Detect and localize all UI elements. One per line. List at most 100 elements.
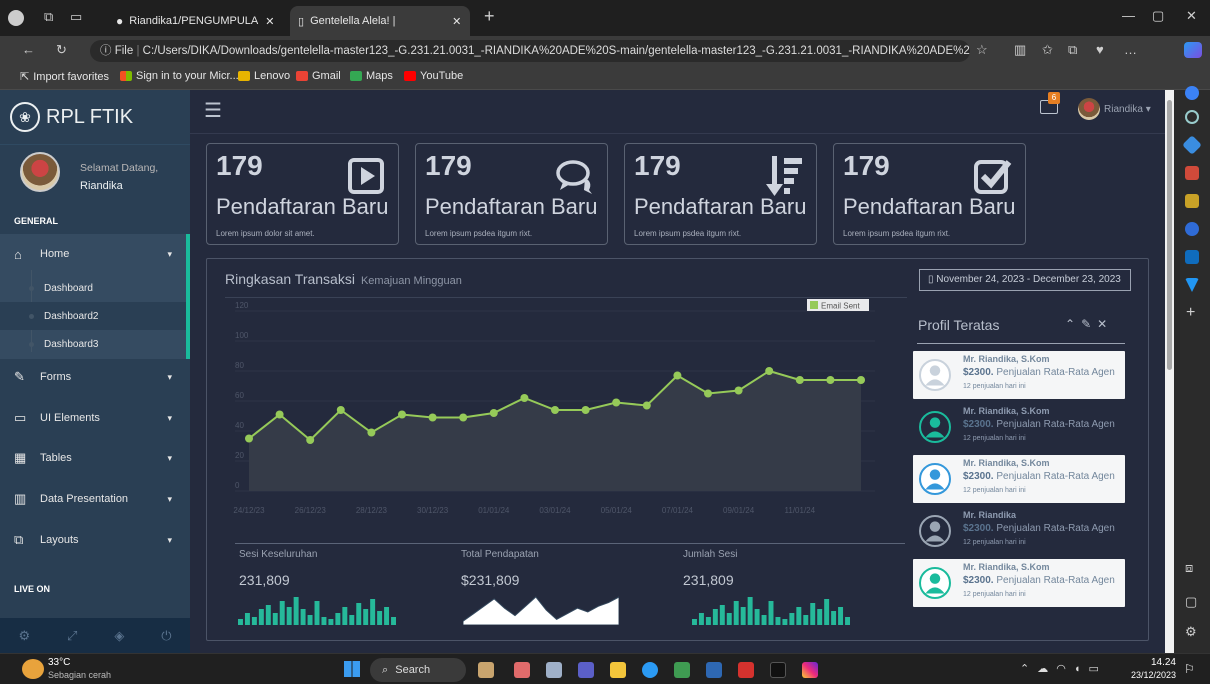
sidebar-toggle-icon[interactable]: ▢ — [1185, 594, 1197, 610]
instagram-icon[interactable] — [802, 662, 818, 678]
sidebar-item-ui-elements[interactable]: ▭ UI Elements ▾ — [0, 398, 186, 438]
tab-gentelella[interactable]: ▯ Gentelella Alela! | ✕ — [290, 6, 470, 36]
profile-value: $2300. Penjualan Rata-Rata Agen — [963, 523, 1115, 534]
teams-icon[interactable] — [578, 662, 594, 678]
workspaces-icon[interactable]: ⧉ — [44, 9, 53, 25]
outlook-icon[interactable] — [1185, 250, 1199, 264]
split-screen-icon[interactable]: ▥ — [1014, 42, 1026, 58]
scrollbar-thumb[interactable] — [1167, 100, 1172, 370]
page-scrollbar[interactable] — [1165, 90, 1174, 653]
tile-subtitle: Lorem ipsum dolor sit amet. — [216, 229, 315, 238]
chevron-up-icon[interactable]: ⌃ — [1065, 317, 1081, 331]
windows-start-icon[interactable] — [344, 661, 360, 677]
tiktok-icon[interactable] — [770, 662, 786, 678]
gear-icon[interactable]: ⚙ — [18, 628, 30, 644]
edge-icon[interactable] — [1185, 222, 1199, 236]
power-icon[interactable]: ⏻ — [161, 628, 171, 644]
weather-icon[interactable] — [22, 659, 44, 679]
profile-item[interactable]: Mr. Riandika, S.Kom $2300. Penjualan Rata… — [913, 559, 1125, 607]
profile-item[interactable]: Mr. Riandika, S.Kom $2300. Penjualan Rata… — [913, 455, 1125, 503]
fav-maps[interactable]: Maps — [350, 70, 393, 82]
task-view-icon[interactable] — [546, 662, 562, 678]
menu-toggle-icon[interactable]: ☰ — [204, 101, 222, 121]
sidebar-item-data-presentation[interactable]: ▥ Data Presentation ▾ — [0, 479, 186, 519]
store-icon[interactable] — [674, 662, 690, 678]
favorite-star-icon[interactable]: ☆ — [976, 42, 988, 58]
add-icon[interactable]: + — [1186, 304, 1195, 322]
close-icon[interactable]: ✕ — [265, 15, 274, 28]
expand-icon[interactable]: ⧈ — [1185, 560, 1193, 576]
file-explorer-icon[interactable] — [610, 662, 626, 678]
section-general: GENERAL — [14, 216, 59, 226]
comments-icon — [556, 160, 592, 194]
close-icon[interactable]: ✕ — [1097, 317, 1113, 331]
heart-icon[interactable]: ♥ — [1096, 42, 1104, 57]
fullscreen-icon[interactable]: ⤢ — [67, 628, 77, 644]
sidebar-item-dashboard2[interactable]: Dashboard2 — [0, 302, 186, 330]
copilot-icon[interactable] — [1184, 42, 1202, 58]
chevron-down-icon: ▾ — [167, 248, 172, 259]
copilot-app-icon[interactable] — [514, 662, 530, 678]
fav-microsoft[interactable]: Sign in to your Micr... — [120, 70, 239, 82]
launcher-icon[interactable] — [706, 662, 722, 678]
close-icon[interactable]: ✕ — [452, 15, 461, 28]
profile-value: $2300. Penjualan Rata-Rata Agen — [963, 575, 1115, 586]
wrench-icon[interactable]: ✎ — [1081, 317, 1097, 331]
back-icon[interactable]: ← — [22, 42, 35, 57]
user-menu[interactable]: Riandika ▾ — [1104, 104, 1151, 115]
eye-slash-icon[interactable]: ◈ — [114, 628, 124, 644]
sidebar-item-dashboard[interactable]: Dashboard — [0, 274, 186, 302]
brand[interactable]: ❀ RPL FTIK — [10, 102, 133, 132]
send-icon[interactable] — [1185, 278, 1199, 292]
fav-gmail[interactable]: Gmail — [296, 70, 341, 82]
fav-lenovo[interactable]: Lenovo — [238, 70, 290, 82]
more-icon[interactable]: … — [1124, 42, 1137, 57]
profile-item[interactable]: Mr. Riandika, S.Kom $2300. Penjualan Rata… — [913, 351, 1125, 399]
window-close-icon[interactable]: ✕ — [1186, 8, 1197, 24]
clock-date[interactable]: 23/12/2023 — [1124, 670, 1176, 680]
spark-bar — [335, 613, 341, 625]
taskbar-search[interactable]: ⌕ Search — [370, 658, 466, 682]
profile-item[interactable]: Mr. Riandika, S.Kom $2300. Penjualan Rata… — [913, 403, 1125, 451]
x-tick-label: 01/01/24 — [478, 506, 510, 515]
restore-icon[interactable]: ▢ — [1152, 8, 1164, 24]
profile-icon[interactable] — [8, 10, 24, 26]
spark-bar — [251, 617, 257, 625]
games-icon[interactable] — [1185, 194, 1199, 208]
fav-youtube[interactable]: YouTube — [404, 70, 463, 82]
search-icon[interactable] — [1185, 110, 1199, 124]
user-avatar-icon — [919, 411, 951, 443]
sparkline-area — [463, 596, 619, 625]
refresh-icon[interactable]: ↻ — [56, 42, 67, 58]
mcafee-icon[interactable] — [738, 662, 754, 678]
settings-icon[interactable]: ⚙ — [1185, 624, 1197, 640]
sidebar-item-dashboard3[interactable]: Dashboard3 — [0, 330, 186, 358]
fav-import[interactable]: ⇱ Import favorites — [20, 70, 109, 84]
tab-actions-icon[interactable]: ▭ — [70, 9, 82, 25]
toolbox-icon[interactable] — [1185, 166, 1199, 180]
collections-icon[interactable]: ⧉ — [1068, 42, 1077, 58]
edge-app-icon[interactable] — [642, 662, 658, 678]
notification-icon[interactable]: ⚐ — [1184, 662, 1195, 676]
notification-bell-icon[interactable] — [1185, 86, 1199, 100]
sidebar-item-tables[interactable]: ▦ Tables ▾ — [0, 438, 186, 478]
widgets-icon[interactable] — [478, 662, 494, 678]
clock-time[interactable]: 14.24 — [1150, 657, 1176, 668]
system-tray[interactable]: ⌃☁◠◖▭ — [1020, 662, 1107, 675]
address-field[interactable]: ⓘ File | C:/Users/DIKA/Downloads/gentele… — [90, 40, 970, 62]
tab-github[interactable]: ● Riandika1/PENGUMPULAN-PRA/ ✕ — [108, 6, 288, 36]
sidebar-item-forms[interactable]: ✎ Forms ▾ — [0, 357, 186, 397]
calendar-icon: ▯ — [928, 274, 934, 285]
favorites-icon[interactable]: ✩ — [1042, 42, 1053, 58]
profile-item[interactable]: Mr. Riandika $2300. Penjualan Rata-Rata A… — [913, 507, 1125, 555]
sidebar-item-layouts[interactable]: ⧉ Layouts ▾ — [0, 520, 186, 560]
sidebar-item-home[interactable]: ⌂ Home ▾ — [0, 234, 186, 274]
spark-bar — [782, 619, 788, 625]
tile-title: Pendaftaran Baru — [843, 194, 1016, 219]
tag-icon[interactable] — [1182, 135, 1202, 155]
data-point — [520, 394, 529, 402]
user-avatar[interactable] — [1078, 98, 1100, 120]
minimize-icon[interactable]: — — [1122, 8, 1135, 23]
new-tab-icon[interactable]: + — [484, 6, 495, 27]
date-range-picker[interactable]: ▯ November 24, 2023 - December 23, 2023 — [919, 269, 1131, 291]
